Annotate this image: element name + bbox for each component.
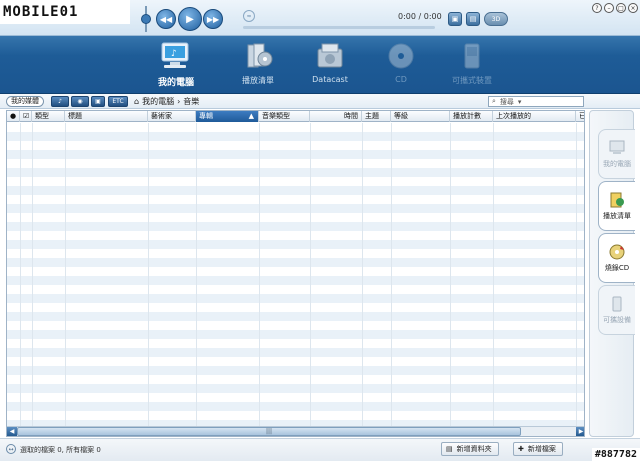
column-header[interactable]: 藝術家: [148, 111, 196, 122]
column-header[interactable]: 已: [576, 111, 584, 122]
column-header[interactable]: 播放計數: [450, 111, 493, 122]
previous-button[interactable]: ◀◀: [156, 9, 176, 29]
burn-cd-icon: [609, 244, 625, 259]
equalizer-icon[interactable]: ≈: [243, 10, 255, 22]
add-file-button[interactable]: ✚ 新增檔案: [513, 442, 563, 456]
column-header[interactable]: 時間: [310, 111, 362, 122]
file-count-text: 選取的檔案 0, 所有檔案 0: [20, 446, 101, 454]
my-computer-icon: ♪: [156, 40, 196, 72]
computer-icon: [609, 140, 625, 154]
cd-icon: [381, 40, 421, 72]
scroll-thumb[interactable]: |||: [17, 427, 521, 436]
side-tab-portable[interactable]: 可攜設備: [598, 285, 635, 335]
playlist-icon: [610, 192, 624, 207]
3d-button[interactable]: 3D: [484, 12, 508, 26]
time-display: 0:00 / 0:00: [398, 12, 442, 21]
help-button[interactable]: ?: [592, 3, 602, 13]
video-view-icon[interactable]: ◉: [71, 96, 89, 107]
playlist-icon: [238, 40, 278, 72]
side-tab-burn-cd[interactable]: 燒錄CD: [598, 233, 635, 283]
breadcrumb-item[interactable]: 我的電腦: [142, 96, 174, 107]
close-button[interactable]: ×: [628, 3, 638, 13]
portable-icon: [612, 296, 622, 311]
scroll-right-icon[interactable]: ▶: [576, 427, 584, 436]
my-media-button[interactable]: 我的媒體: [6, 96, 44, 107]
status-bar: ↔ 選取的檔案 0, 所有檔案 0 ▤ 新增資料夾 ✚ 新增檔案: [0, 438, 640, 461]
search-placeholder: 搜尋: [499, 97, 514, 106]
maximize-button[interactable]: □: [616, 3, 626, 13]
column-header-sorted[interactable]: 專輯 ▲: [196, 111, 259, 122]
etc-view-button[interactable]: ETC: [108, 96, 128, 107]
status-column-icon[interactable]: ●: [7, 111, 20, 122]
table-rows[interactable]: [7, 123, 584, 426]
skin-button[interactable]: ▤: [466, 12, 480, 26]
sort-ascending-icon: ▲: [248, 112, 254, 120]
seek-bar[interactable]: [243, 26, 435, 29]
column-header[interactable]: 音樂類型: [259, 111, 310, 122]
watermark-logo: MOBILE01: [0, 0, 130, 24]
home-icon: ⌂: [134, 97, 140, 106]
folder-icon: ▤: [446, 445, 453, 453]
mini-mode-button[interactable]: ▣: [448, 12, 462, 26]
table-header: ● ☑ 類型 標題 藝術家 專輯 ▲ 音樂類型 時間 主題 等級 播放計數 上次播…: [7, 111, 584, 122]
add-folder-button[interactable]: ▤ 新增資料夾: [441, 442, 499, 456]
photo-view-icon[interactable]: ▣: [91, 96, 105, 107]
nav-cd[interactable]: CD: [361, 40, 441, 92]
chevron-down-icon[interactable]: ▾: [518, 98, 522, 106]
side-panel: 我的電腦 播放清單 燒錄CD 可攜設備: [589, 110, 635, 437]
column-header[interactable]: 上次播放的: [493, 111, 576, 122]
volume-slider[interactable]: [141, 6, 151, 32]
scroll-left-icon[interactable]: ◀: [7, 427, 17, 436]
search-icon: ⌕: [492, 97, 496, 105]
breadcrumb-item[interactable]: 音樂: [183, 96, 199, 107]
search-input[interactable]: ⌕ 搜尋 ▾: [488, 96, 584, 107]
arrows-icon[interactable]: ↔: [6, 444, 16, 454]
column-header[interactable]: 標題: [65, 111, 148, 122]
nav-datacast[interactable]: Datacast: [290, 40, 370, 92]
nav-portable-device[interactable]: 可攜式裝置: [432, 40, 512, 92]
svg-text:♪: ♪: [171, 49, 177, 59]
nav-my-computer[interactable]: ♪ 我的電腦: [136, 40, 216, 92]
media-table: ● ☑ 類型 標題 藝術家 專輯 ▲ 音樂類型 時間 主題 等級 播放計數 上次播…: [6, 110, 585, 437]
checkbox-column[interactable]: ☑: [20, 111, 32, 122]
datacast-icon: [310, 40, 350, 72]
watermark-id: #887782: [591, 448, 640, 461]
portable-device-icon: [452, 40, 492, 72]
breadcrumb: ⌂ 我的電腦 › 音樂: [134, 96, 199, 107]
column-header[interactable]: 主題: [362, 111, 391, 122]
breadcrumb-separator-icon: ›: [177, 97, 181, 106]
nav-playlist[interactable]: 播放清單: [218, 40, 298, 92]
plus-icon: ✚: [518, 445, 524, 453]
column-header[interactable]: 等級: [391, 111, 450, 122]
play-button[interactable]: ▶: [178, 7, 202, 31]
minimize-button[interactable]: –: [604, 3, 614, 13]
music-view-icon[interactable]: ♪: [51, 96, 69, 107]
library-toolbar: 我的媒體 ♪ ◉ ▣ ETC ⌂ 我的電腦 › 音樂 ⌕ 搜尋 ▾: [0, 94, 640, 109]
column-header[interactable]: 類型: [32, 111, 65, 122]
side-tab-playlist[interactable]: 播放清單: [598, 181, 635, 231]
next-button[interactable]: ▶▶: [203, 9, 223, 29]
side-tab-my-computer[interactable]: 我的電腦: [598, 129, 635, 179]
horizontal-scrollbar[interactable]: ◀ ||| ▶: [7, 426, 584, 436]
